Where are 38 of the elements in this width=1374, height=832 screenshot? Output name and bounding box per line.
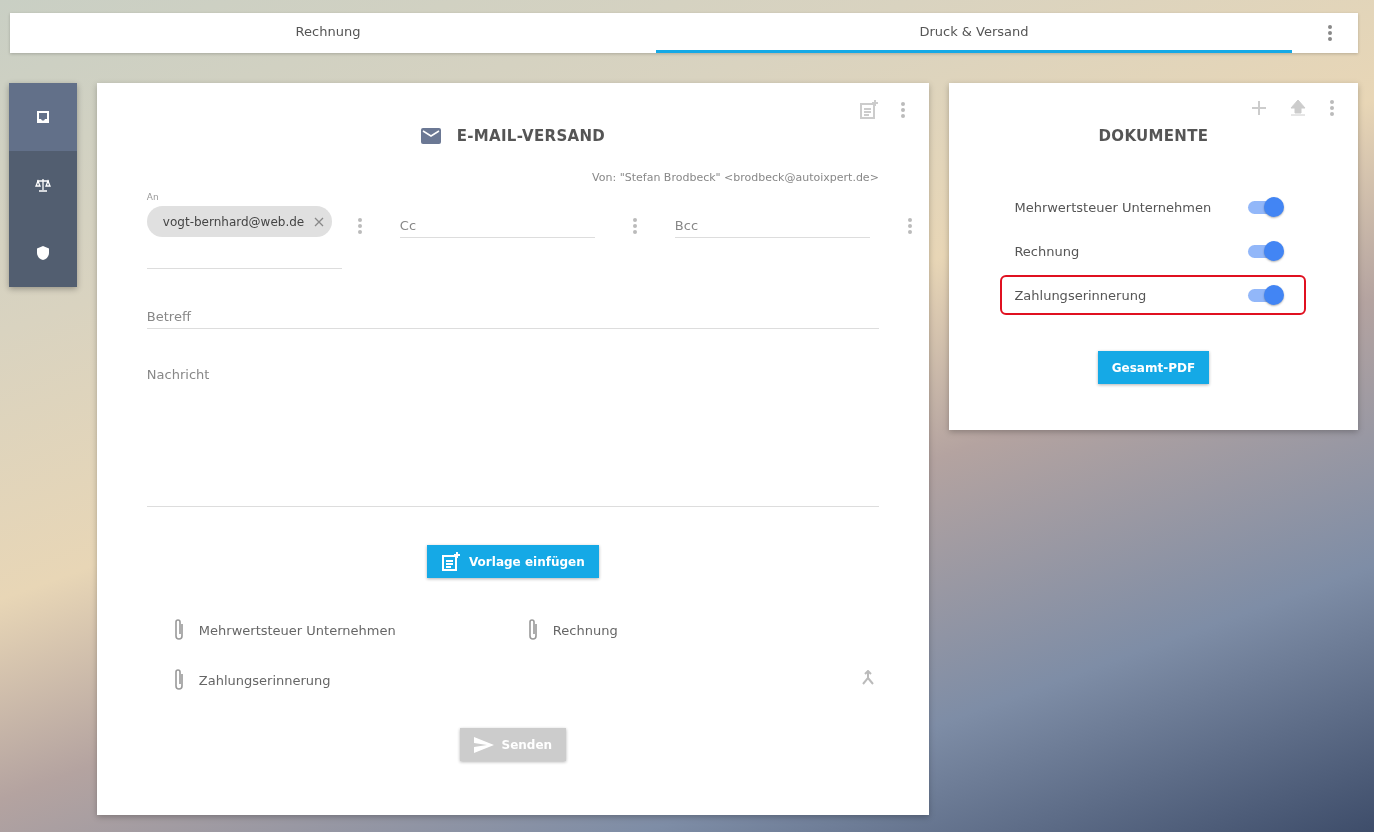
inbox-icon (35, 110, 50, 124)
tab[interactable]: Druck & Versand (656, 13, 1292, 53)
toggle-switch[interactable] (1248, 197, 1285, 217)
document-name: Zahlungserinnerung (1014, 287, 1147, 303)
paperclip-icon (172, 618, 185, 642)
more-icon[interactable] (357, 218, 362, 234)
merge-icon[interactable] (860, 670, 875, 686)
document-name: Rechnung (1014, 243, 1080, 259)
note-add-icon (858, 100, 879, 120)
document-name: Mehrwertsteuer Unternehmen (1014, 199, 1212, 215)
more-icon[interactable] (1330, 100, 1334, 116)
attachment-name[interactable]: Mehrwertsteuer Unternehmen (198, 622, 396, 638)
send-icon (473, 736, 494, 753)
toggle-switch[interactable] (1248, 285, 1285, 305)
close-icon[interactable] (314, 216, 325, 227)
card-title: DOKUMENTE (1098, 127, 1209, 145)
message-field[interactable]: Nachricht (146, 367, 879, 507)
upload-icon[interactable] (1290, 100, 1306, 116)
attachment-name[interactable]: Rechnung (552, 622, 618, 638)
attachment-name[interactable]: Zahlungserinnerung (198, 672, 331, 688)
card-title: E-MAIL-VERSAND (456, 127, 605, 145)
more-icon[interactable] (1328, 25, 1332, 41)
paperclip-icon (172, 668, 185, 692)
paperclip-icon (526, 618, 539, 642)
note-add-button[interactable] (858, 100, 879, 120)
more-icon[interactable] (907, 218, 912, 234)
field-label: An (146, 192, 160, 202)
recipient-chip[interactable]: vogt-bernhard@web.de (146, 206, 333, 237)
more-icon[interactable] (632, 218, 637, 234)
note-add-icon (441, 551, 461, 572)
tab[interactable]: Rechnung (10, 13, 646, 53)
shield-icon (36, 246, 49, 260)
sender-text: Von: "Stefan Brodbeck" <brodbeck@autoixpert.de> (592, 171, 879, 184)
mail-icon (420, 128, 441, 144)
toggle-switch[interactable] (1248, 241, 1285, 261)
more-icon[interactable] (900, 102, 905, 118)
plus-icon[interactable] (1252, 101, 1266, 115)
scale-icon (34, 178, 51, 192)
